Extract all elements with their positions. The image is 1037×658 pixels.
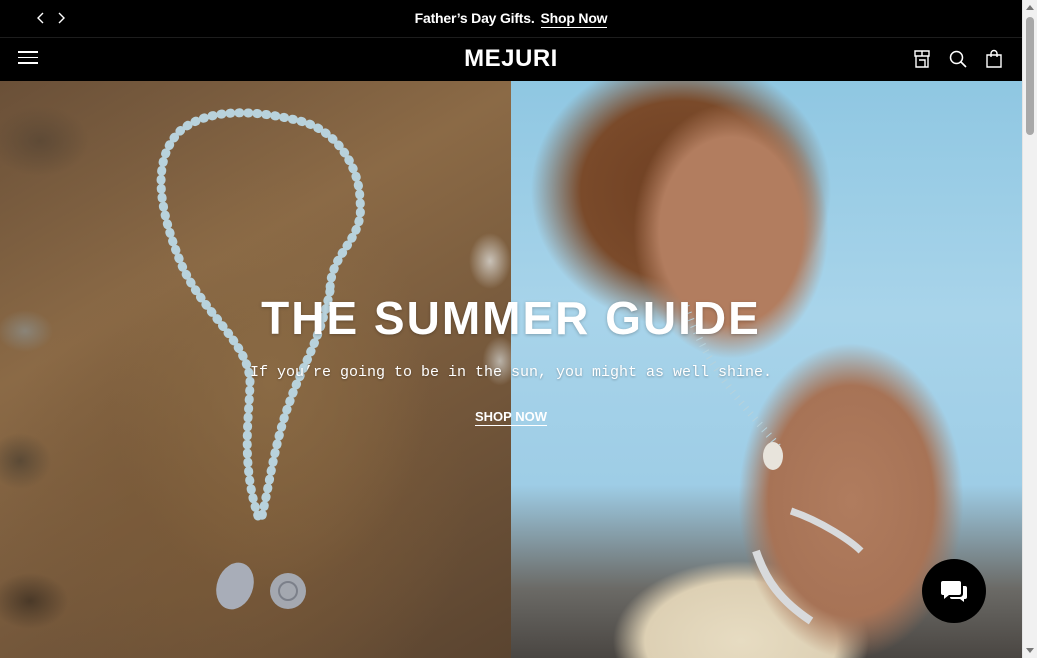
announcement-message: Father’s Day Gifts. Shop Now: [0, 10, 1022, 28]
search-icon[interactable]: [948, 49, 968, 69]
page-scrollbar[interactable]: [1022, 0, 1037, 658]
scroll-down-icon[interactable]: [1023, 644, 1037, 658]
header-actions: [912, 49, 1004, 69]
hero-title: THE SUMMER GUIDE: [261, 292, 761, 344]
announcement-text: Father’s Day Gifts.: [414, 10, 535, 26]
hero-subtitle: If you’re going to be in the sun, you mi…: [249, 363, 773, 381]
chat-bubble-icon: [941, 581, 967, 602]
hero-copy: THE SUMMER GUIDE If you’re going to be i…: [0, 293, 1022, 426]
chat-button[interactable]: [922, 559, 986, 623]
shop-now-button[interactable]: SHOP NOW: [475, 409, 547, 426]
announcement-link[interactable]: Shop Now: [540, 10, 608, 28]
hero-banner: THE SUMMER GUIDE If you’re going to be i…: [0, 81, 1022, 658]
page: Father’s Day Gifts. Shop Now MEJURI THE …: [0, 0, 1022, 658]
scrollbar-thumb[interactable]: [1026, 17, 1034, 135]
bag-icon[interactable]: [984, 49, 1004, 69]
site-header: MEJURI: [0, 37, 1022, 82]
scroll-up-icon[interactable]: [1023, 0, 1037, 14]
announcement-bar: Father’s Day Gifts. Shop Now: [0, 0, 1022, 37]
logo[interactable]: MEJURI: [0, 45, 1022, 73]
store-icon[interactable]: [912, 49, 932, 69]
